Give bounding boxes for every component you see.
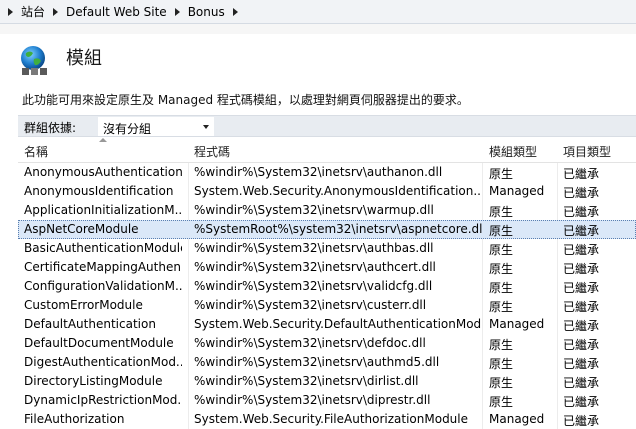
- chevron-down-icon[interactable]: [203, 125, 209, 129]
- cell-name: CustomErrorModule: [24, 298, 143, 312]
- cell-module-type: 原生: [489, 300, 514, 314]
- chevron-right-icon[interactable]: [8, 7, 13, 16]
- cell-code: %windir%\System32\inetsrv\dirlist.dll: [194, 374, 419, 388]
- table-body: AnonymousAuthentication... %windir%\Syste…: [18, 163, 636, 429]
- cell-name: DirectoryListingModule: [24, 374, 163, 388]
- table-row[interactable]: CertificateMappingAuthen... %windir%\Syst…: [18, 258, 636, 277]
- chevron-right-icon[interactable]: [232, 7, 238, 16]
- cell-module-type: 原生: [489, 338, 514, 352]
- cell-module-type: 原生: [489, 243, 514, 257]
- cell-name: DigestAuthenticationMod...: [24, 355, 182, 369]
- group-by-bar: 群組依據: 沒有分組: [18, 115, 636, 137]
- column-header-entry-type[interactable]: 項目類型: [563, 143, 611, 160]
- cell-module-type: 原生: [489, 262, 514, 276]
- cell-entry-type: 已繼承: [563, 262, 600, 276]
- breadcrumb: 站台 Default Web Site Bonus: [0, 0, 636, 24]
- cell-name: DefaultAuthentication: [24, 317, 156, 331]
- table-row[interactable]: DefaultAuthentication System.Web.Security…: [18, 315, 636, 334]
- table-row[interactable]: DynamicIpRestrictionMod... %windir%\Syste…: [18, 391, 636, 410]
- cell-code: %windir%\System32\inetsrv\defdoc.dll: [194, 336, 426, 350]
- cell-code: %windir%\System32\inetsrv\authanon.dll: [194, 165, 443, 179]
- cell-module-type: 原生: [489, 281, 514, 295]
- cell-entry-type: 已繼承: [563, 414, 600, 428]
- column-header-module-type[interactable]: 模組類型: [489, 143, 537, 160]
- cell-module-type: 原生: [489, 167, 514, 181]
- cell-name: ConfigurationValidationM...: [24, 279, 182, 293]
- cell-name: DynamicIpRestrictionMod...: [24, 393, 182, 407]
- cell-name: ApplicationInitializationM...: [24, 203, 182, 217]
- cell-name: BasicAuthenticationModule: [24, 241, 182, 255]
- cell-module-type: 原生: [489, 376, 514, 390]
- cell-code: System.Web.Security.DefaultAuthenticatio…: [194, 317, 482, 331]
- breadcrumb-item-sites[interactable]: 站台: [21, 3, 45, 20]
- page-title: 模組: [66, 48, 102, 69]
- cell-entry-type: 已繼承: [563, 300, 600, 314]
- cell-code: %windir%\System32\inetsrv\authbas.dll: [194, 241, 434, 255]
- cell-module-type: 原生: [489, 357, 514, 371]
- column-header-name[interactable]: 名稱: [24, 143, 48, 160]
- breadcrumb-item-app[interactable]: Bonus: [188, 5, 225, 19]
- cell-name: AspNetCoreModule: [24, 222, 139, 236]
- table-row[interactable]: DirectoryListingModule %windir%\System32\…: [18, 372, 636, 391]
- cell-entry-type: 已繼承: [563, 395, 600, 409]
- cell-entry-type: 已繼承: [563, 357, 600, 371]
- cell-entry-type: 已繼承: [563, 167, 600, 181]
- cell-code: System.Web.Security.AnonymousIdentificat…: [194, 184, 482, 198]
- table-row[interactable]: AnonymousIdentification System.Web.Securi…: [18, 182, 636, 201]
- cell-name: FileAuthorization: [24, 412, 125, 426]
- cell-module-type: Managed: [489, 412, 545, 426]
- page-description: 此功能可用來設定原生及 Managed 程式碼模組，以處理對網頁伺服器提出的要求…: [22, 93, 469, 107]
- cell-module-type: 原生: [489, 224, 514, 238]
- cell-code: System.Web.Security.FileAuthorizationMod…: [194, 412, 469, 426]
- table-row[interactable]: AspNetCoreModule %SystemRoot%\system32\in…: [18, 220, 636, 239]
- table-row[interactable]: FileAuthorization System.Web.Security.Fil…: [18, 410, 636, 429]
- cell-code: %windir%\System32\inetsrv\custerr.dll: [194, 298, 427, 312]
- cell-name: AnonymousIdentification: [24, 184, 174, 198]
- table-row[interactable]: DigestAuthenticationMod... %windir%\Syste…: [18, 353, 636, 372]
- cell-entry-type: 已繼承: [563, 205, 600, 219]
- table-row[interactable]: BasicAuthenticationModule %windir%\System…: [18, 239, 636, 258]
- cell-entry-type: 已繼承: [563, 224, 600, 238]
- cell-module-type: Managed: [489, 317, 545, 331]
- table-header: 名稱 程式碼 模組類型 項目類型: [18, 138, 636, 163]
- cell-entry-type: 已繼承: [563, 243, 600, 257]
- cell-name: CertificateMappingAuthen...: [24, 260, 182, 274]
- sort-ascending-icon: [99, 138, 107, 142]
- table-row[interactable]: CustomErrorModule %windir%\System32\inets…: [18, 296, 636, 315]
- cell-entry-type: 已繼承: [563, 376, 600, 390]
- cell-code: %windir%\System32\inetsrv\authmd5.dll: [194, 355, 440, 369]
- cell-entry-type: 已繼承: [563, 338, 600, 352]
- column-header-code[interactable]: 程式碼: [194, 143, 230, 160]
- cell-module-type: 原生: [489, 205, 514, 219]
- group-by-value: 沒有分組: [103, 122, 152, 136]
- breadcrumb-item-site[interactable]: Default Web Site: [66, 5, 167, 19]
- header-spacer: [0, 24, 636, 34]
- cell-name: DefaultDocumentModule: [24, 336, 174, 350]
- cell-code: %windir%\System32\inetsrv\diprestr.dll: [194, 393, 431, 407]
- group-by-select[interactable]: 沒有分組: [98, 117, 214, 136]
- modules-table: 名稱 程式碼 模組類型 項目類型 AnonymousAuthentication…: [18, 138, 636, 429]
- chevron-right-icon[interactable]: [174, 7, 180, 16]
- cell-code: %SystemRoot%\system32\inetsrv\aspnetcore…: [194, 222, 482, 236]
- cell-code: %windir%\System32\inetsrv\warmup.dll: [194, 203, 434, 217]
- group-by-label: 群組依據:: [24, 121, 77, 135]
- cell-entry-type: 已繼承: [563, 319, 600, 333]
- cell-module-type: Managed: [489, 184, 545, 198]
- cell-name: AnonymousAuthentication...: [24, 165, 182, 179]
- cell-code: %windir%\System32\inetsrv\validcfg.dll: [194, 279, 433, 293]
- cell-entry-type: 已繼承: [563, 186, 600, 200]
- globe-modules-icon: [21, 46, 47, 75]
- cell-entry-type: 已繼承: [563, 281, 600, 295]
- table-row[interactable]: ApplicationInitializationM... %windir%\Sy…: [18, 201, 636, 220]
- cell-module-type: 原生: [489, 395, 514, 409]
- cell-code: %windir%\System32\inetsrv\authcert.dll: [194, 260, 436, 274]
- table-row[interactable]: ConfigurationValidationM... %windir%\Syst…: [18, 277, 636, 296]
- table-row[interactable]: AnonymousAuthentication... %windir%\Syste…: [18, 163, 636, 182]
- table-row[interactable]: DefaultDocumentModule %windir%\System32\i…: [18, 334, 636, 353]
- chevron-right-icon[interactable]: [53, 7, 59, 16]
